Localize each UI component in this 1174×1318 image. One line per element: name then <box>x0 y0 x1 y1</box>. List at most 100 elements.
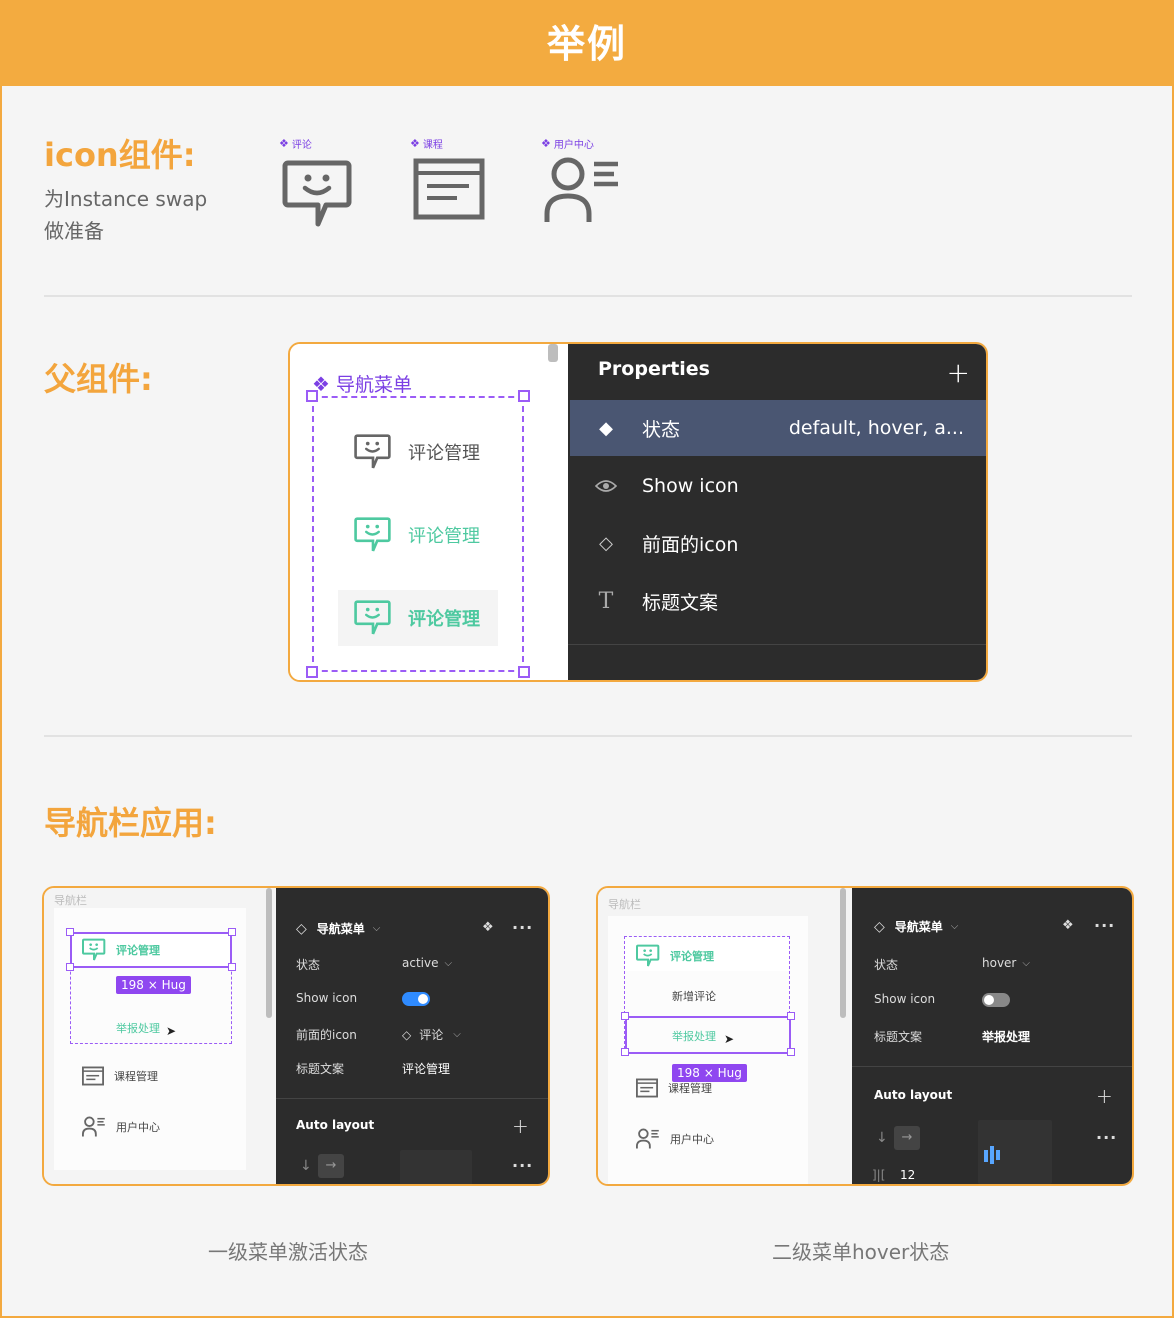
comment-smile-icon <box>354 434 391 469</box>
prop-state-select[interactable]: hover ⌵ <box>982 956 1030 970</box>
more-options-icon[interactable]: ··· <box>512 918 533 937</box>
divider-2 <box>44 735 1132 737</box>
icon-section-desc: 为Instance swap 做准备 <box>44 187 208 243</box>
prop-state-select[interactable]: active ⌵ <box>402 956 452 970</box>
spacing-icon: ]|[ <box>872 1168 886 1182</box>
resize-handle[interactable] <box>787 1048 795 1056</box>
canvas-scrollbar[interactable] <box>266 888 272 1018</box>
resize-handle[interactable] <box>621 1012 629 1020</box>
more-options-icon[interactable]: ··· <box>1096 1128 1117 1147</box>
spacing-input[interactable]: 12 <box>900 1168 915 1182</box>
instance-diamond-icon: ◇ <box>296 920 307 937</box>
user-center-icon <box>636 1128 659 1149</box>
arrow-down-icon[interactable]: ↓ <box>876 1130 888 1146</box>
nav-card-active: 导航栏 评论管理 198 × Hug 举报处理 ➤ 课程管理 用户中心 ◇ 导航… <box>42 886 550 1186</box>
component-name[interactable]: ❖ 导航菜单 <box>312 370 412 397</box>
course-document-icon[interactable] <box>413 158 485 220</box>
panel-separator <box>276 1098 548 1099</box>
resize-handle[interactable] <box>228 928 236 936</box>
add-property-button[interactable]: + <box>947 356 970 389</box>
frame-label: 导航栏 <box>608 898 641 911</box>
property-row-title-text[interactable]: T 标题文案 <box>570 573 986 629</box>
menu-item-hover[interactable]: 评论管理 <box>338 507 498 563</box>
parent-component-card: ❖ 导航菜单 评论管理 评论管理 评论管理 Properties + ◆ 状态 … <box>288 342 988 682</box>
component-icon[interactable]: ❖ <box>1062 918 1074 933</box>
more-options-icon[interactable]: ··· <box>512 1156 533 1175</box>
parent-section-title: 父组件: <box>44 360 153 398</box>
property-row-front-icon[interactable]: ◇ 前面的icon <box>570 515 986 571</box>
properties-panel: Properties + ◆ 状态 default, hover, a... S… <box>568 344 986 680</box>
nav-item-comment-active[interactable]: 评论管理 <box>82 938 160 962</box>
add-auto-layout-button[interactable]: + <box>1096 1084 1113 1108</box>
divider-1 <box>44 295 1132 297</box>
alignment-grid[interactable] <box>400 1150 472 1184</box>
page-header: 举例 <box>0 0 1174 86</box>
property-row-show-icon[interactable]: Show icon <box>570 458 986 514</box>
comment-smile-icon[interactable] <box>282 158 354 230</box>
canvas-scrollbar[interactable] <box>548 344 558 362</box>
resize-handle-bl[interactable] <box>306 666 318 678</box>
resize-handle[interactable] <box>66 963 74 971</box>
resize-handle[interactable] <box>787 1012 795 1020</box>
resize-handle-tr[interactable] <box>518 390 530 402</box>
cursor-icon: ➤ <box>166 1024 177 1038</box>
prop-front-icon-select[interactable]: ◇ 评论 ⌵ <box>402 1026 461 1043</box>
prop-title-input[interactable]: 举报处理 <box>982 1028 1030 1045</box>
more-options-icon[interactable]: ··· <box>1094 916 1115 935</box>
caption-hover: 二级菜单hover状态 <box>772 1240 950 1264</box>
instance-diamond-icon: ◇ <box>874 918 885 935</box>
nav-item-report-hover[interactable]: 举报处理 <box>672 1028 716 1044</box>
canvas-scrollbar[interactable] <box>840 888 846 1018</box>
nav-item-course[interactable]: 课程管理 <box>82 1066 158 1086</box>
canvas-area: ❖ 导航菜单 评论管理 评论管理 评论管理 <box>290 344 568 680</box>
comment-smile-icon <box>354 600 391 635</box>
resize-handle[interactable] <box>621 1048 629 1056</box>
alignment-indicator <box>996 1150 1000 1160</box>
prop-title-label: 标题文案 <box>296 1062 345 1076</box>
resize-handle[interactable] <box>66 928 74 936</box>
icon-tag-comment: ❖ 评论 <box>279 137 312 151</box>
nav-card-hover: 导航栏 评论管理 新增评论 举报处理 ➤ 198 × Hug 课程管理 用户中心… <box>596 886 1134 1186</box>
panel-separator <box>568 644 986 645</box>
text-t-icon: T <box>598 588 614 614</box>
icon-tag-course: ❖ 课程 <box>410 137 443 151</box>
show-icon-toggle[interactable] <box>402 992 430 1006</box>
icon-tag-user-center: ❖ 用户中心 <box>541 137 594 151</box>
menu-item-active[interactable]: 评论管理 <box>338 590 498 646</box>
nav-item-course[interactable]: 课程管理 <box>636 1078 712 1098</box>
prop-title-input[interactable]: 评论管理 <box>402 1060 450 1077</box>
comment-smile-icon <box>354 517 391 552</box>
canvas-area: 导航栏 评论管理 198 × Hug 举报处理 ➤ 课程管理 用户中心 <box>44 888 276 1184</box>
instance-header[interactable]: ◇ 导航菜单 ⌵ <box>874 918 958 935</box>
show-icon-toggle[interactable] <box>982 993 1010 1007</box>
arrow-right-button[interactable]: → <box>318 1154 344 1178</box>
chevron-down-icon: ⌵ <box>950 921 959 932</box>
resize-handle[interactable] <box>228 963 236 971</box>
icon-section-title: icon组件: <box>44 136 196 174</box>
eye-icon <box>570 479 642 493</box>
nav-item-report[interactable]: 举报处理 <box>116 1020 160 1036</box>
property-row-state[interactable]: ◆ 状态 default, hover, a... <box>570 400 986 456</box>
menu-item-default[interactable]: 评论管理 <box>338 424 498 480</box>
chevron-down-icon: ⌵ <box>372 923 381 934</box>
add-auto-layout-button[interactable]: + <box>512 1114 529 1138</box>
caption-active: 一级菜单激活状态 <box>208 1240 368 1264</box>
nav-item-comment-active[interactable]: 评论管理 <box>636 944 714 968</box>
instance-header[interactable]: ◇ 导航菜单 ⌵ <box>296 920 380 937</box>
arrow-right-button[interactable]: → <box>894 1126 920 1150</box>
chevron-down-icon: ⌵ <box>1022 957 1030 969</box>
cursor-icon: ➤ <box>724 1032 735 1046</box>
nav-item-user-center[interactable]: 用户中心 <box>82 1116 160 1138</box>
arrow-down-icon[interactable]: ↓ <box>300 1158 312 1174</box>
component-icon[interactable]: ❖ <box>482 920 494 935</box>
nav-item-user-center[interactable]: 用户中心 <box>636 1128 714 1150</box>
user-center-icon[interactable] <box>544 156 622 226</box>
prop-state-label: 状态 <box>296 958 321 972</box>
alignment-indicator <box>990 1146 994 1164</box>
auto-layout-title: Auto layout <box>296 1118 375 1132</box>
nav-item-new-comment[interactable]: 新增评论 <box>672 988 716 1004</box>
resize-handle-tl[interactable] <box>306 390 318 402</box>
properties-title: Properties <box>598 358 710 380</box>
prop-title-label: 标题文案 <box>874 1030 923 1044</box>
resize-handle-br[interactable] <box>518 666 530 678</box>
